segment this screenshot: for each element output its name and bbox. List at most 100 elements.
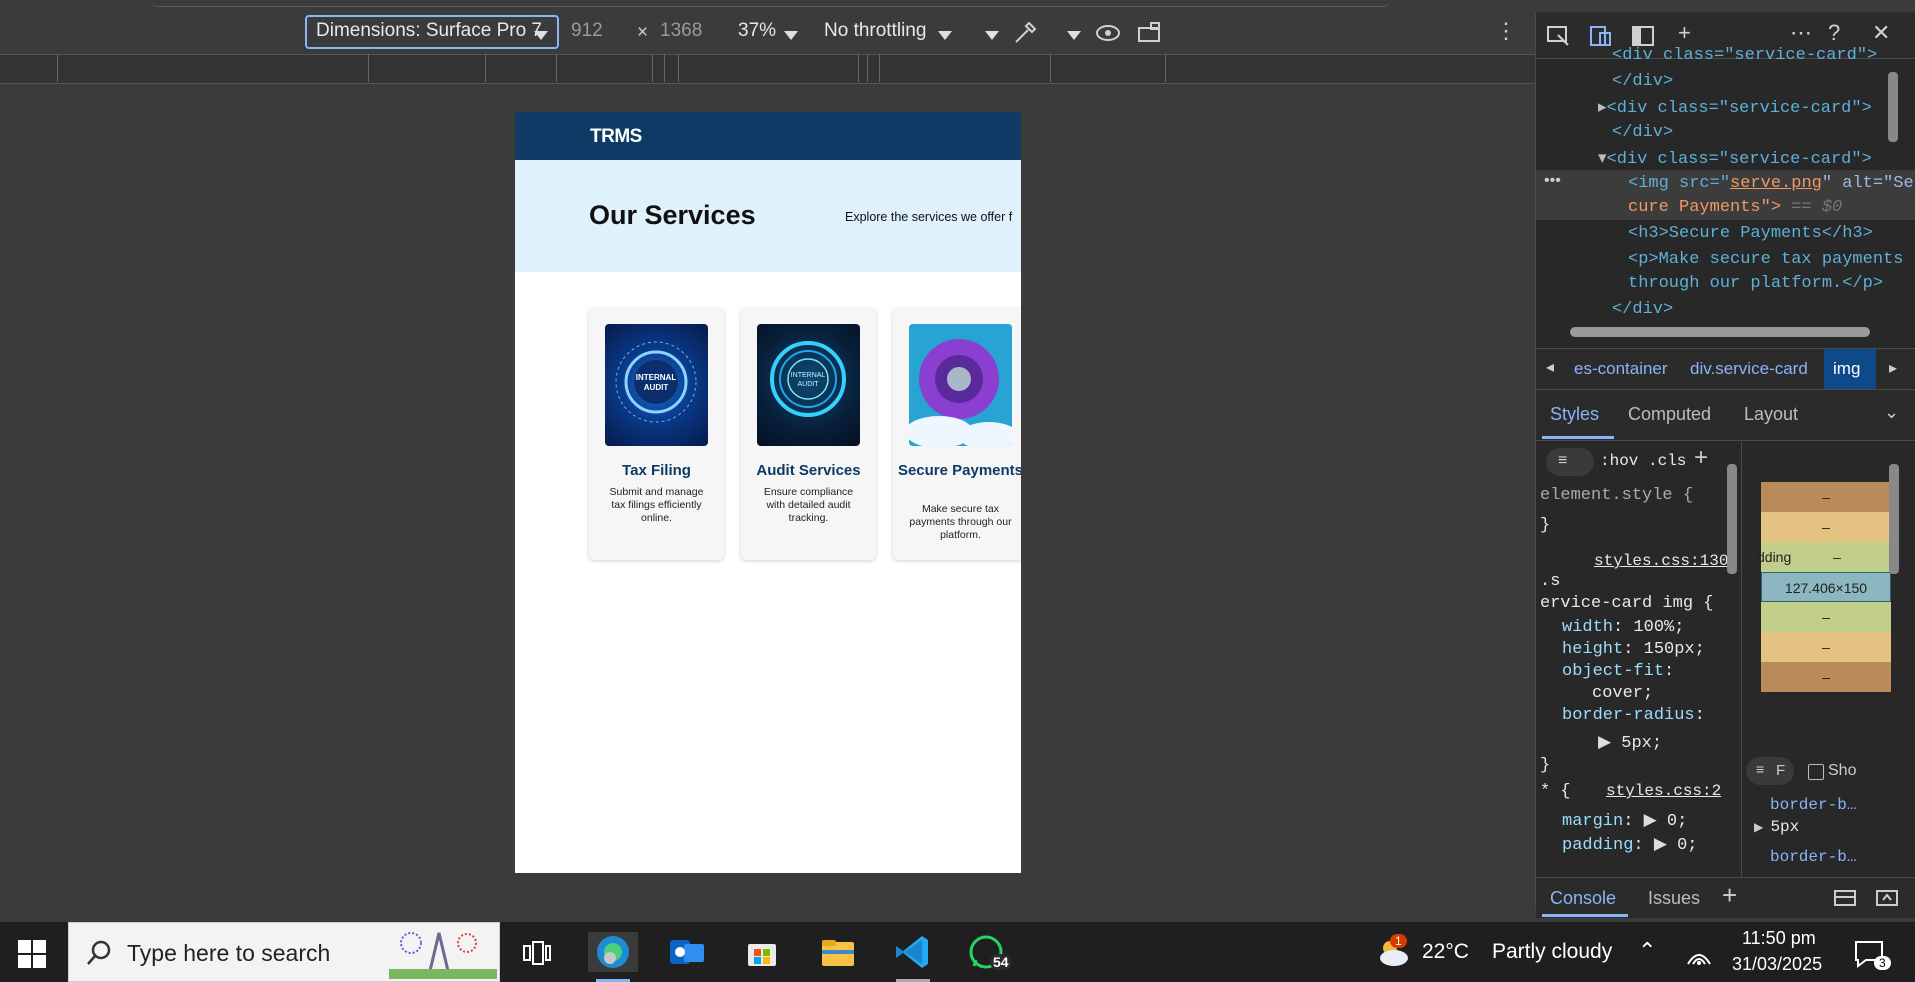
rotate-device-icon[interactable] [1136, 20, 1164, 44]
breadcrumb-item[interactable]: es-container [1574, 359, 1668, 379]
css-declaration[interactable]: margin: ▶ 0; [1562, 810, 1687, 831]
css-declaration[interactable]: padding: ▶ 0; [1562, 834, 1698, 855]
chevron-down-icon[interactable]: ⌄ [1884, 402, 1899, 423]
dom-node[interactable]: </div> [1612, 72, 1673, 91]
more-tools-icon[interactable]: ⋯ [1790, 20, 1812, 46]
search-icon [87, 940, 111, 965]
dom-node[interactable]: through our platform.</p> [1628, 274, 1883, 293]
scroll-left-icon[interactable]: ◂ [1546, 357, 1554, 377]
height-input[interactable]: 1368 [660, 20, 702, 42]
edge-taskbar-button[interactable] [588, 932, 638, 982]
margin-box[interactable]: – [1761, 482, 1891, 512]
css-declaration[interactable]: border-radius: [1562, 706, 1705, 725]
expand-icon[interactable]: ▶ [1754, 821, 1770, 835]
css-value: 5px; [1621, 734, 1663, 753]
outlook-icon[interactable] [668, 934, 708, 970]
dom-node[interactable]: <p>Make secure tax payments [1628, 250, 1903, 269]
dock-drawer-icon[interactable] [1832, 888, 1858, 908]
tab-console[interactable]: Console [1550, 888, 1616, 909]
file-explorer-icon[interactable] [818, 934, 858, 970]
collapse-icon[interactable]: ▾ [1598, 150, 1607, 169]
filter-input[interactable]: ≡ [1546, 448, 1594, 476]
card-description: Ensure compliance with detailed audit tr… [763, 486, 854, 524]
rule-selector[interactable]: ervice-card img { [1540, 594, 1713, 613]
taskbar-search[interactable]: Type here to search [68, 922, 500, 982]
css-declaration[interactable]: width: 100%; [1562, 618, 1684, 637]
rule-selector[interactable]: .s [1540, 572, 1560, 591]
whatsapp-taskbar-button[interactable]: 54 [962, 932, 1012, 972]
dock-side-icon[interactable] [1630, 24, 1656, 48]
dom-node[interactable]: <div class="service-card"> [1612, 46, 1877, 65]
source-link[interactable]: styles.css:2 [1606, 782, 1721, 800]
add-tab-icon[interactable]: + [1722, 880, 1737, 911]
source-link[interactable]: styles.css:130 [1594, 552, 1728, 570]
zoom-select[interactable]: 37% [738, 20, 776, 42]
border-box[interactable]: – [1761, 512, 1891, 542]
weather-condition[interactable]: Partly cloudy [1492, 940, 1612, 964]
dom-node[interactable]: <h3>Secure Payments</h3> [1628, 224, 1873, 243]
hov-toggle[interactable]: :hov [1600, 452, 1638, 470]
tab-computed[interactable]: Computed [1628, 404, 1711, 425]
padding-box[interactable]: dding – [1757, 542, 1891, 572]
help-icon[interactable]: ? [1828, 20, 1840, 46]
show-all-checkbox[interactable] [1808, 764, 1824, 780]
close-drawer-icon[interactable] [1874, 888, 1900, 908]
task-view-icon[interactable] [522, 938, 552, 968]
device-toggle-icon[interactable] [1588, 24, 1614, 48]
network-icon[interactable] [1686, 944, 1712, 966]
css-declaration[interactable]: object-fit: [1562, 662, 1674, 681]
cls-toggle[interactable]: .cls [1648, 452, 1686, 470]
eyedropper-icon[interactable] [1012, 18, 1040, 46]
margin-box[interactable]: – [1761, 662, 1891, 692]
close-icon[interactable]: ✕ [1872, 20, 1890, 46]
dom-node[interactable]: </div> [1612, 123, 1673, 142]
secure-payments-image [909, 324, 1012, 446]
ellipsis-icon[interactable]: ••• [1544, 172, 1561, 190]
breadcrumb-item[interactable]: img [1833, 359, 1860, 379]
tab-issues[interactable]: Issues [1648, 888, 1700, 909]
computed-scrollbar[interactable] [1889, 464, 1899, 574]
windows-start-icon[interactable] [18, 940, 46, 968]
horizontal-scrollbar[interactable] [1570, 327, 1870, 337]
breadcrumb-item[interactable]: div.service-card [1690, 359, 1808, 379]
vision-icon[interactable] [1094, 20, 1122, 44]
vscode-taskbar-button[interactable] [888, 932, 938, 982]
microsoft-store-icon[interactable] [744, 934, 780, 970]
content-size[interactable]: 127.406×150 [1761, 572, 1891, 602]
styles-scrollbar[interactable] [1727, 464, 1737, 574]
throttling-select[interactable]: No throttling [824, 20, 926, 42]
chevron-down-icon[interactable] [985, 31, 999, 40]
border-box[interactable]: – [1761, 632, 1891, 662]
element-style-selector[interactable]: element.style { [1540, 486, 1693, 505]
inspect-element-icon[interactable] [1546, 24, 1572, 48]
add-tab-icon[interactable]: + [1678, 20, 1691, 46]
temperature[interactable]: 22°C [1422, 940, 1469, 964]
computed-property[interactable]: border-b… [1770, 848, 1856, 866]
expand-icon[interactable]: ▶ [1598, 734, 1611, 753]
tab-styles[interactable]: Styles [1550, 404, 1599, 425]
scroll-right-icon[interactable]: ▸ [1889, 358, 1897, 378]
css-declaration[interactable]: height: 150px; [1562, 640, 1705, 659]
more-options-icon[interactable]: ⋮ [1495, 18, 1517, 44]
site-brand[interactable]: TRMS [590, 126, 642, 148]
chevron-up-icon[interactable]: ⌃ [1638, 938, 1656, 964]
clock-time[interactable]: 11:50 pm [1742, 928, 1816, 949]
expand-icon[interactable]: ▶ [1654, 836, 1667, 855]
dom-node[interactable]: </div> [1612, 300, 1673, 319]
computed-property[interactable]: border-b… [1770, 796, 1856, 814]
tab-layout[interactable]: Layout [1744, 404, 1798, 425]
vertical-scrollbar[interactable] [1888, 72, 1898, 142]
new-rule-icon[interactable]: + [1694, 444, 1708, 472]
clock-date[interactable]: 31/03/2025 [1732, 954, 1822, 975]
dom-node[interactable]: ▸<div class="service-card"> [1598, 97, 1872, 118]
computed-filter-input[interactable]: ≡ F [1746, 757, 1794, 785]
img-src-link[interactable]: serve.png [1730, 174, 1822, 193]
expand-icon[interactable]: ▸ [1598, 99, 1607, 118]
service-card: Secure Payments Make secure tax payments… [893, 308, 1021, 560]
rule-selector[interactable]: * { [1540, 782, 1571, 801]
chevron-down-icon[interactable] [1067, 31, 1081, 40]
dom-node[interactable]: ▾<div class="service-card"> [1598, 148, 1872, 169]
padding-box[interactable]: – [1761, 602, 1891, 632]
width-input[interactable]: 912 [571, 20, 603, 42]
expand-icon[interactable]: ▶ [1644, 812, 1657, 831]
